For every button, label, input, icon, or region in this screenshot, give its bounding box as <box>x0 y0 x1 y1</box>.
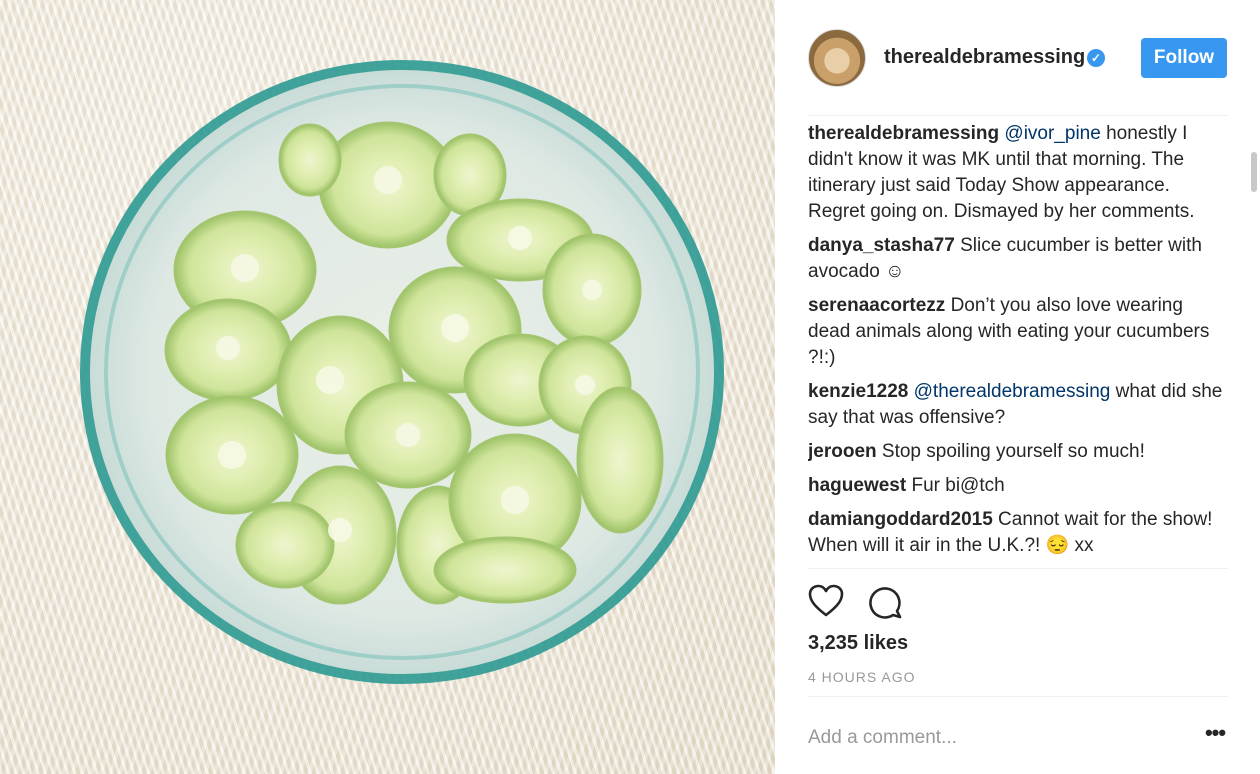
divider <box>808 115 1228 116</box>
divider <box>808 568 1228 569</box>
follow-button[interactable]: Follow <box>1141 38 1227 78</box>
post-photo[interactable] <box>0 0 775 774</box>
comments-list[interactable]: therealdebramessing @ivor_pine honestly … <box>808 121 1228 567</box>
comment-username[interactable]: serenaacortezz <box>808 295 945 316</box>
divider <box>808 696 1228 697</box>
likes-count[interactable]: 3,235 likes <box>808 632 908 655</box>
comments-scrollbar[interactable] <box>1251 152 1257 192</box>
comment: damiangoddard2015 Cannot wait for the sh… <box>808 507 1228 559</box>
comment: danya_stasha77 Slice cucumber is better … <box>808 233 1228 285</box>
post-author-username[interactable]: therealdebramessing <box>884 46 1085 69</box>
comment-mention[interactable]: @ivor_pine <box>1004 123 1100 144</box>
comment-username[interactable]: kenzie1228 <box>808 381 908 402</box>
comment-bubble-icon[interactable] <box>867 584 903 620</box>
comment: kenzie1228 @therealdebramessing what did… <box>808 379 1228 431</box>
post-sidebar: therealdebramessing ✓ Follow therealdebr… <box>775 0 1260 774</box>
comment-username[interactable]: jerooen <box>808 441 877 462</box>
post-header: therealdebramessing ✓ Follow <box>775 0 1260 115</box>
comment-mention[interactable]: @therealdebramessing <box>914 381 1111 402</box>
avatar[interactable] <box>808 29 866 87</box>
post-timestamp[interactable]: 4 HOURS AGO <box>808 669 915 685</box>
comment: serenaacortezz Don’t you also love weari… <box>808 293 1228 371</box>
comment-username[interactable]: damiangoddard2015 <box>808 509 993 530</box>
comment-username[interactable]: therealdebramessing <box>808 123 999 144</box>
cucumber-bowl-image <box>80 60 724 684</box>
comment: haguewest Fur bi@tch <box>808 473 1228 499</box>
comment-username[interactable]: danya_stasha77 <box>808 235 955 256</box>
more-options-icon[interactable]: ••• <box>1203 722 1227 750</box>
comment-text: Fur bi@tch <box>906 475 1005 496</box>
heart-icon[interactable] <box>808 584 844 618</box>
comment-text: Stop spoiling yourself so much! <box>876 441 1145 462</box>
instagram-post: therealdebramessing ✓ Follow therealdebr… <box>0 0 1260 774</box>
comment: jerooen Stop spoiling yourself so much! <box>808 439 1228 465</box>
comment: therealdebramessing @ivor_pine honestly … <box>808 121 1228 225</box>
add-comment-input[interactable] <box>808 724 1168 752</box>
verified-badge-icon: ✓ <box>1087 49 1105 67</box>
comment-username[interactable]: haguewest <box>808 475 906 496</box>
